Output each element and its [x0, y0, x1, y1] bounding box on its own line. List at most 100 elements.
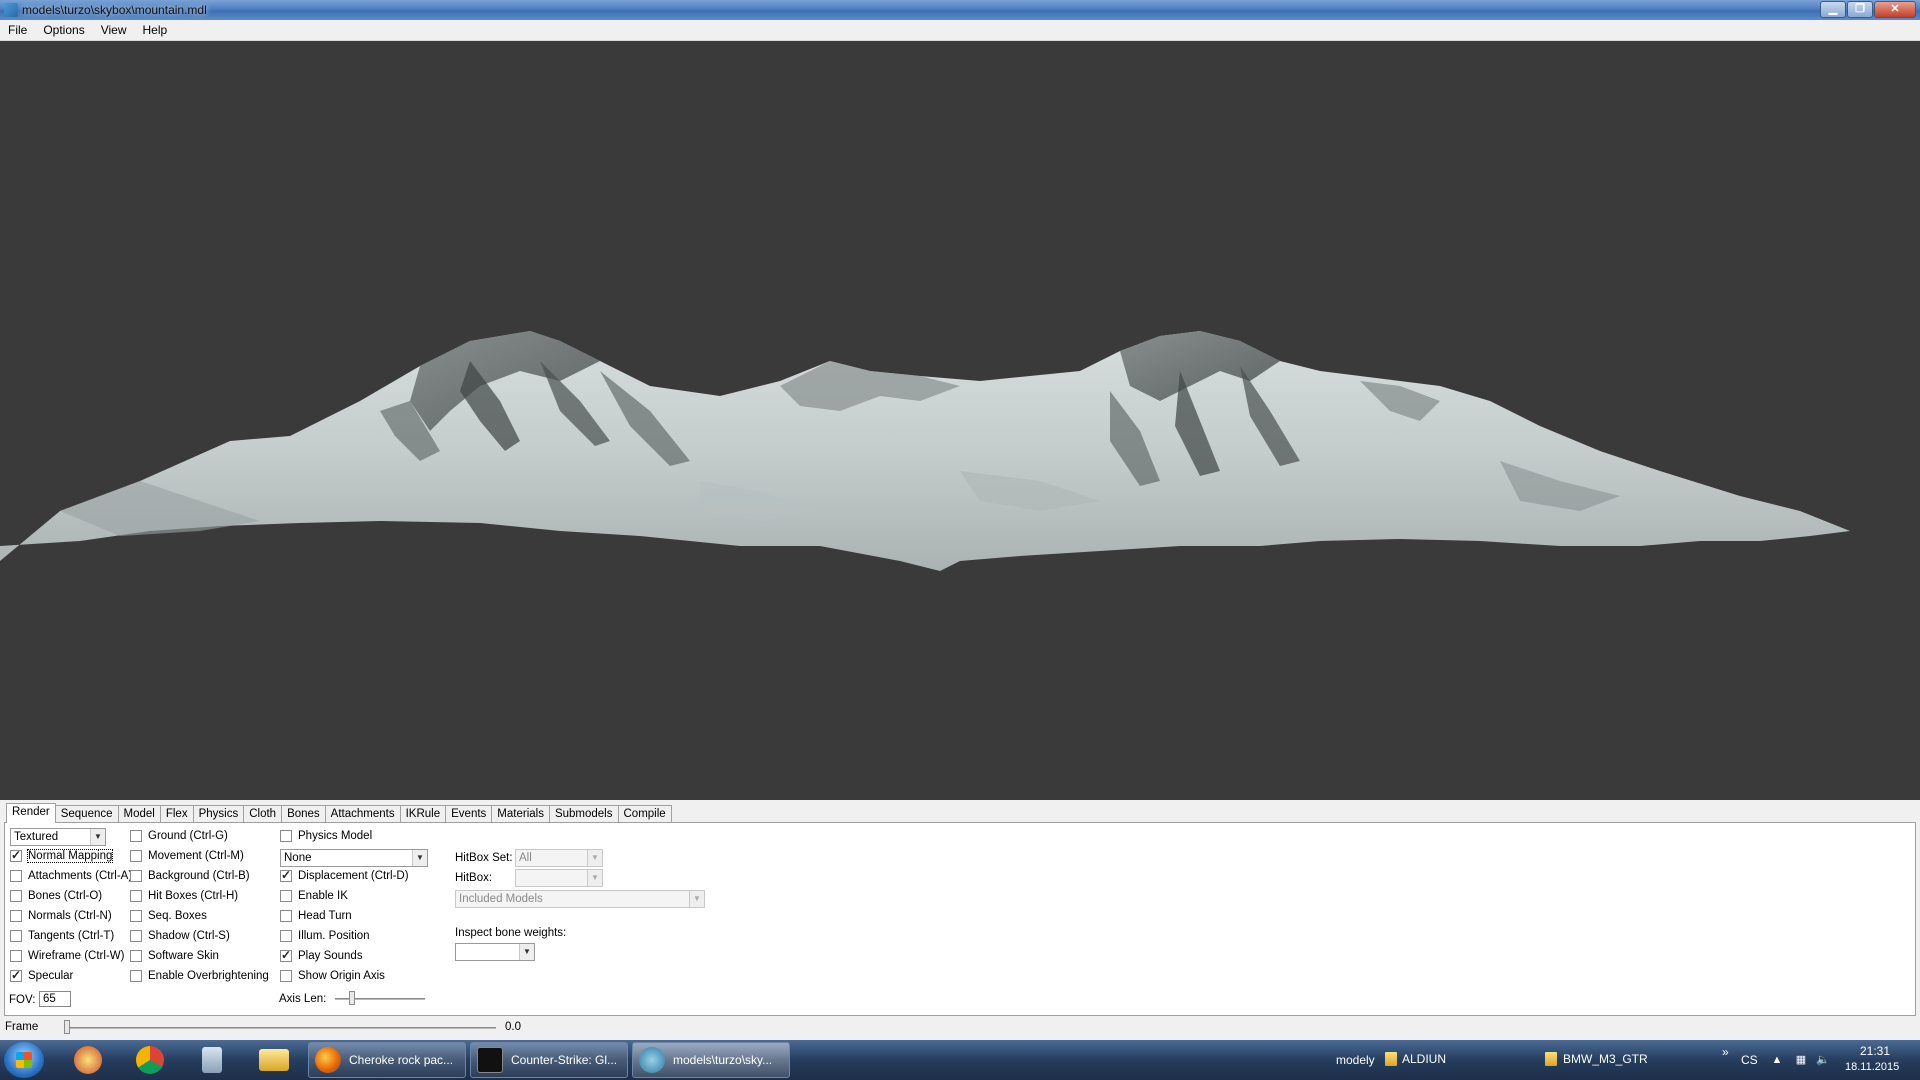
wireframe-checkbox[interactable]: Wireframe (Ctrl-W)	[10, 950, 124, 962]
tab-bones[interactable]: Bones	[281, 805, 326, 823]
close-button[interactable]: ✕	[1874, 1, 1916, 18]
clock-time[interactable]: 21:31	[1860, 1044, 1890, 1058]
toolbar-folder-aldiun[interactable]: ALDIUN	[1402, 1052, 1446, 1066]
included-models-select[interactable]: Included Models ▼	[455, 890, 705, 908]
bones-checkbox[interactable]: Bones (Ctrl-O)	[10, 890, 102, 902]
pinned-calculator[interactable]	[184, 1043, 240, 1077]
tab-physics[interactable]: Physics	[192, 805, 245, 823]
seq-boxes-checkbox-label: Seq. Boxes	[148, 910, 207, 922]
pinned-chrome[interactable]	[122, 1043, 178, 1077]
start-button[interactable]	[4, 1042, 44, 1078]
volume-icon[interactable]: 🔈	[1816, 1053, 1830, 1067]
tab-model[interactable]: Model	[117, 805, 161, 823]
tab-strip: Render Sequence Model Flex Physics Cloth…	[6, 803, 672, 823]
pinned-explorer[interactable]	[246, 1043, 302, 1077]
play-sounds-checkbox[interactable]: Play Sounds	[280, 948, 363, 962]
tab-render[interactable]: Render	[6, 803, 56, 823]
attachments-checkbox[interactable]: Attachments (Ctrl-A)	[10, 870, 132, 882]
seq-boxes-checkbox[interactable]: Seq. Boxes	[130, 910, 207, 922]
task-hlmv[interactable]: models\turzo\sky...	[632, 1042, 790, 1078]
tray-expand-icon[interactable]: ▲	[1770, 1053, 1784, 1067]
software-skin-checkbox[interactable]: Software Skin	[130, 950, 219, 962]
movement-checkbox[interactable]: Movement (Ctrl-M)	[130, 850, 244, 862]
menu-help[interactable]: Help	[135, 23, 176, 37]
frame-slider[interactable]	[64, 1027, 496, 1029]
toolbar-modely[interactable]: modely	[1336, 1053, 1375, 1067]
taskbar: Cheroke rock pac... Counter-Strike: Gl..…	[0, 1040, 1920, 1080]
specular-checkbox[interactable]: Specular	[10, 968, 74, 982]
menu-view[interactable]: View	[93, 23, 135, 37]
axis-len-slider-thumb[interactable]	[349, 991, 355, 1005]
play-sounds-checkbox-label: Play Sounds	[298, 950, 363, 962]
paint-icon	[74, 1046, 102, 1074]
displacement-checkbox[interactable]: Displacement (Ctrl-D)	[280, 868, 409, 882]
checkbox-box	[10, 870, 22, 882]
normals-checkbox[interactable]: Normals (Ctrl-N)	[10, 910, 112, 922]
background-checkbox[interactable]: Background (Ctrl-B)	[130, 870, 250, 882]
menu-options[interactable]: Options	[35, 23, 92, 37]
physics-model-select[interactable]: None ▼	[280, 849, 428, 867]
language-indicator[interactable]: CS	[1741, 1053, 1758, 1067]
tab-attachments[interactable]: Attachments	[324, 805, 401, 823]
hitbox-select[interactable]: ▼	[515, 869, 603, 887]
checkbox-box	[130, 850, 142, 862]
clock-date[interactable]: 18.11.2015	[1845, 1061, 1899, 1073]
menu-bar: File Options View Help	[0, 20, 1920, 41]
head-turn-checkbox[interactable]: Head Turn	[280, 910, 352, 922]
ground-checkbox-label: Ground (Ctrl-G)	[148, 830, 228, 842]
normals-checkbox-label: Normals (Ctrl-N)	[28, 910, 112, 922]
tab-submodels[interactable]: Submodels	[548, 805, 619, 823]
normal-mapping-checkbox[interactable]: Normal Mapping	[10, 848, 114, 863]
pinned-paint[interactable]	[60, 1043, 116, 1077]
tab-events[interactable]: Events	[445, 805, 493, 823]
checkbox-box	[130, 910, 142, 922]
hit-boxes-checkbox-label: Hit Boxes (Ctrl-H)	[148, 890, 239, 902]
tab-compile[interactable]: Compile	[617, 805, 672, 823]
checkbox-box	[280, 890, 292, 902]
frame-slider-thumb[interactable]	[64, 1020, 70, 1034]
hit-boxes-checkbox[interactable]: Hit Boxes (Ctrl-H)	[130, 890, 238, 902]
background-checkbox-label: Background (Ctrl-B)	[148, 870, 250, 882]
render-mode-select[interactable]: Textured ▼	[10, 828, 106, 846]
chrome-icon	[136, 1046, 164, 1074]
toolbar-folder-bmw[interactable]: BMW_M3_GTR	[1563, 1052, 1648, 1066]
chevron-down-icon: ▼	[689, 891, 704, 907]
menu-file[interactable]: File	[0, 23, 35, 37]
tab-cloth[interactable]: Cloth	[243, 805, 283, 823]
maximize-button[interactable]: ❐	[1847, 1, 1873, 18]
network-icon[interactable]: ▦	[1794, 1053, 1808, 1067]
physics-model-checkbox[interactable]: Physics Model	[280, 830, 372, 842]
illum-position-checkbox[interactable]: Illum. Position	[280, 930, 370, 942]
movement-checkbox-label: Movement (Ctrl-M)	[148, 850, 244, 862]
tab-flex[interactable]: Flex	[159, 805, 194, 823]
enable-ik-checkbox[interactable]: Enable IK	[280, 890, 348, 902]
enable-ik-checkbox-label: Enable IK	[298, 890, 348, 902]
hitbox-set-select[interactable]: All ▼	[515, 849, 603, 867]
show-origin-axis-checkbox[interactable]: Show Origin Axis	[280, 970, 385, 982]
folder-icon	[1545, 1052, 1557, 1066]
tab-sequence[interactable]: Sequence	[54, 805, 119, 823]
tab-ikrule[interactable]: IKRule	[399, 805, 447, 823]
checkbox-box	[280, 910, 292, 922]
enable-overbrightening-checkbox[interactable]: Enable Overbrightening	[130, 970, 269, 982]
task-csgo[interactable]: Counter-Strike: Gl...	[470, 1042, 628, 1078]
shadow-checkbox[interactable]: Shadow (Ctrl-S)	[130, 930, 230, 942]
explorer-icon	[259, 1049, 289, 1071]
enable-overbrightening-checkbox-label: Enable Overbrightening	[148, 970, 269, 982]
hitbox-set-value: All	[519, 852, 532, 864]
task-firefox[interactable]: Cheroke rock pac...	[308, 1042, 466, 1078]
toolbar-overflow-button[interactable]: »	[1722, 1045, 1729, 1059]
tab-materials[interactable]: Materials	[491, 805, 550, 823]
checkbox-box	[10, 930, 22, 942]
tangents-checkbox[interactable]: Tangents (Ctrl-T)	[10, 930, 114, 942]
3d-viewport[interactable]	[0, 41, 1920, 800]
task-label: Counter-Strike: Gl...	[511, 1053, 618, 1067]
specular-checkbox-label: Specular	[28, 970, 74, 982]
minimize-button[interactable]: ▁	[1820, 1, 1846, 18]
ground-checkbox[interactable]: Ground (Ctrl-G)	[130, 830, 228, 842]
shadow-checkbox-label: Shadow (Ctrl-S)	[148, 930, 230, 942]
title-bar[interactable]: models\turzo\skybox\mountain.mdl ▁ ❐ ✕	[0, 0, 1920, 20]
fov-input[interactable]: 65	[39, 991, 71, 1007]
app-icon	[4, 3, 18, 17]
inspect-bone-weights-select[interactable]: ▼	[455, 943, 535, 961]
